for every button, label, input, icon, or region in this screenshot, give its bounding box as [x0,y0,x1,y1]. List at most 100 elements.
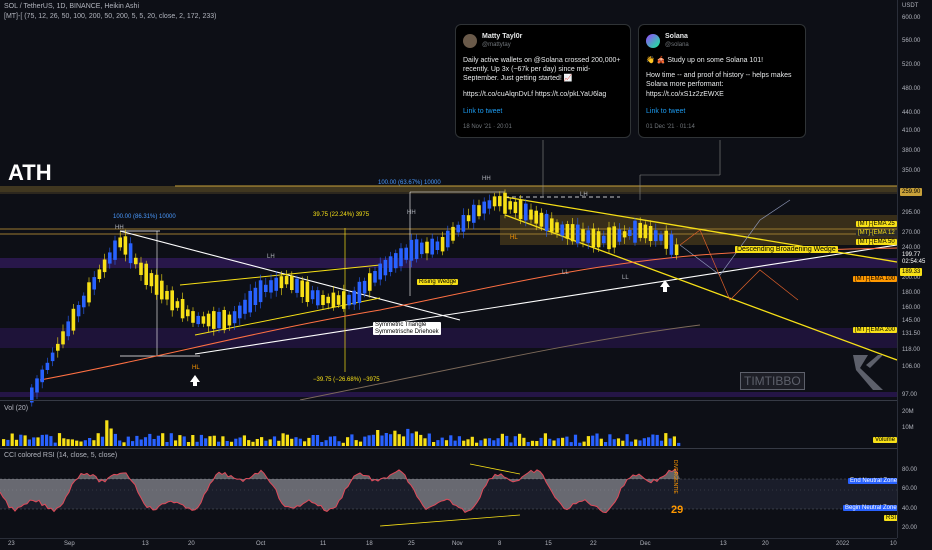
volume-bar [307,437,311,446]
tweet2-handle: @solana [665,42,689,49]
volume-tick-10m: 10M [902,425,914,431]
volume-bar [509,442,513,446]
volume-bar [677,442,681,446]
volume-bar [380,435,384,446]
volume-bar [10,433,14,446]
rsi-tick-40: 40.00 [902,506,918,512]
volume-bar [582,441,586,446]
volume-bar [449,435,453,446]
volume-bar [298,438,302,446]
volume-bar [277,440,281,446]
volume-chart[interactable] [0,401,897,447]
price-currency: USDT [902,3,919,9]
ath-price-label: 259.90 [900,188,923,196]
volume-bar [376,430,380,446]
rsi-chart[interactable] [0,449,897,538]
volume-bar [174,440,178,446]
volume-bar [100,436,105,446]
volume-bar [27,439,31,446]
tweet2-link[interactable]: Link to tweet [646,107,798,116]
volume-bar [57,433,62,446]
volume-bar [303,441,307,446]
volume-bar [229,441,234,446]
tweet1-link[interactable]: Link to tweet [463,107,623,116]
volume-bar [410,433,414,446]
volume-bar [96,433,100,446]
date-axis[interactable]: 23 Sep 13 20 Oct 11 18 25 Nov 8 15 22 Dec 13 20 2022 10 [0,538,897,550]
rsi-tag: RSI [884,515,899,521]
volume-bar [143,437,148,446]
volume-bar [131,441,135,446]
volume-bar [156,435,160,446]
volume-bar [88,438,92,446]
date-tick: 2022 [836,541,850,547]
hl-label-1: HL [192,365,200,371]
tweet1-links[interactable]: https://t.co/cuAlqnDvLf https://t.co/pkL… [463,90,623,99]
volume-bar [423,438,427,446]
volume-bar [75,440,79,446]
price-tick: 145.00 [902,318,921,324]
desc-wedge-label[interactable]: Descending Broadening Wedge [735,246,838,253]
volume-bar [487,438,492,446]
end-neutral-zone-tag: End Neutral Zone [848,478,900,484]
volume-bar [40,434,44,446]
price-tick: 350.00 [902,168,921,174]
volume-bar [552,440,556,446]
range-left-label: 100.00 (86.31%) 10000 [113,214,176,220]
volume-bar [139,439,143,446]
rsi-value-29: 29 [671,504,684,516]
volume-bar [397,434,401,446]
volume-bar [255,439,259,446]
volume-bar [2,439,6,446]
volume-bar [629,441,633,446]
volume-bar [118,440,122,446]
volume-bar [285,434,289,446]
volume-bar [466,439,470,446]
tweet-card-1[interactable]: Matty Tayl0r @mattytay Daily active wall… [455,24,631,138]
date-tick: Oct [256,541,266,547]
symmetric-triangle-label[interactable]: Symmetric Triangle Symmetrische Driehoek [373,322,441,336]
volume-bar [535,441,539,446]
volume-bar [281,433,285,446]
price-tick: 410.00 [902,128,921,134]
last-price-label: 199.77 02:54:45 [900,251,928,267]
volume-bar [66,439,70,446]
tweet1-avatar [463,33,477,48]
divergence-line-high [469,463,521,475]
hh-label-1: HH [115,225,124,231]
volume-bar [543,433,547,446]
volume-bar [221,436,225,446]
volume-bar [621,440,625,446]
ema25-tag: [MT]-[EMA 25 [856,221,897,227]
volume-bar [475,442,479,446]
volume-bar [586,436,590,446]
volume-bar [500,433,504,446]
volume-bar [432,442,436,446]
rsi-tick-60: 60.00 [902,486,918,492]
volume-bar [354,440,358,446]
ema12-tag: [MT]-[EMA 12 [856,230,897,236]
date-tick: 18 [366,541,373,547]
volume-bar [526,442,530,446]
volume-bar [45,434,49,446]
ema200-tag: [MT]-[EMA 200 [853,327,898,333]
tweet1-date: 18 Nov '21 · 20:01 [463,123,512,130]
ema-band-2 [0,328,897,348]
tweet2-header: Solana @solana [646,32,798,50]
rsi-tick-20: 20.00 [902,525,918,531]
price-tick: 480.00 [902,86,921,92]
logo-icon [853,355,883,390]
price-tick: 160.00 [902,305,921,311]
tweet1-handle: @mattytay [482,42,511,49]
volume-bar [199,434,203,446]
volume-bar [217,441,221,446]
lh-label-1: LH [267,254,275,260]
volume-bar [457,436,461,446]
tweet-card-2[interactable]: Solana @solana 👋 🎪 Study up on some Sola… [638,24,806,138]
volume-bar [186,442,191,446]
volume-bar [479,440,483,446]
resistance-zone [500,215,897,245]
rising-wedge-label[interactable]: Rising Wedge [417,279,459,285]
lh-label-2: LH [580,192,588,198]
volume-bar [346,437,350,446]
